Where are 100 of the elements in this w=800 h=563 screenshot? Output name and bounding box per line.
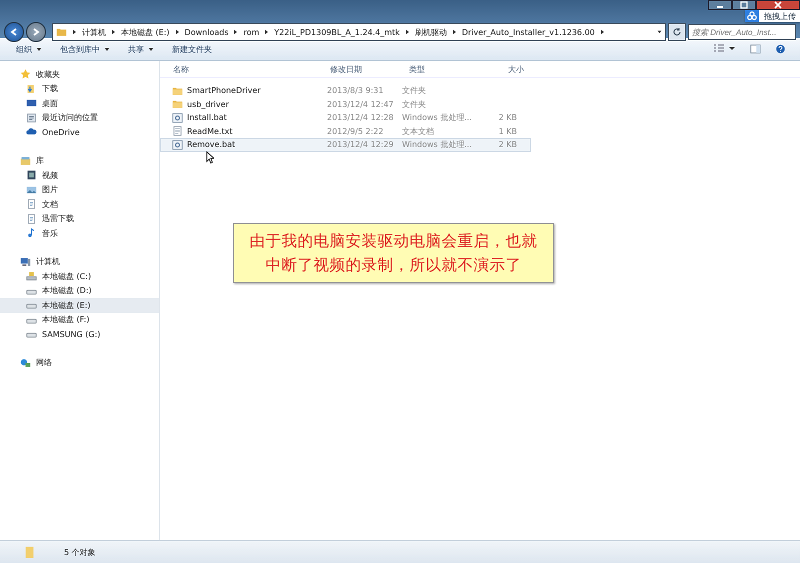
sidebar-item[interactable]: 桌面 xyxy=(0,96,159,110)
date-cell-text: 2013/12/4 12:29 xyxy=(327,140,395,150)
chevron-icon xyxy=(264,29,270,35)
column-header[interactable]: 类型 xyxy=(405,64,484,74)
maximize-icon xyxy=(739,1,749,9)
document-icon xyxy=(26,214,37,224)
sidebar-item[interactable]: OneDrive xyxy=(0,125,159,140)
date-cell-text: 2012/9/5 2:22 xyxy=(327,126,384,136)
film-icon xyxy=(26,170,37,180)
toolbar-button[interactable]: 包含到库中 xyxy=(54,42,116,56)
file-name: Install.bat xyxy=(187,113,227,122)
breadcrumb-item[interactable]: 计算机 xyxy=(82,26,106,38)
file-name: SmartPhoneDriver xyxy=(187,86,261,96)
date-cell-text: 2013/12/4 12:47 xyxy=(327,100,395,109)
status-text: 5 个对象 xyxy=(64,546,96,558)
sidebar-group[interactable]: 网络 xyxy=(0,356,159,370)
file-name: Remove.bat xyxy=(187,140,236,150)
breadcrumb-item[interactable]: Downloads xyxy=(184,28,228,36)
chevron-icon xyxy=(174,29,180,35)
text-file-icon xyxy=(172,126,183,136)
breadcrumb-item[interactable]: rom xyxy=(243,28,260,36)
file-row[interactable]: Install.bat 2013/12/4 12:28 Windows 批处理... 2 KB xyxy=(160,111,531,124)
document-icon xyxy=(26,199,37,210)
sidebar-item[interactable]: 本地磁盘 (D:) xyxy=(0,284,159,298)
maximize-button[interactable] xyxy=(732,0,756,10)
chevron-icon xyxy=(452,29,457,35)
folder-icon xyxy=(172,99,183,110)
sidebar-group[interactable]: 收藏夹 xyxy=(0,67,159,82)
type-cell-text: Windows 批处理... xyxy=(402,139,473,150)
minimize-button[interactable] xyxy=(708,0,732,10)
chevron-icon xyxy=(233,29,238,35)
toolbar-button[interactable]: 新建文件夹 xyxy=(166,42,218,56)
sidebar-item[interactable]: 本地磁盘 (C:) xyxy=(0,269,159,284)
dropdown-arrow-icon xyxy=(657,29,662,35)
forward-button[interactable] xyxy=(26,22,46,42)
music-note-icon xyxy=(26,228,37,238)
address-bar[interactable]: 计算机 本地磁盘 (E:) Downloads rom Y22iL_PD1309BL_A_1.24.4_mtk 刷机驱动 Driver_Auto_Installer_v1.1236.00 xyxy=(52,23,666,41)
file-name: usb_driver xyxy=(187,100,229,109)
toolbar-button[interactable]: 共享 xyxy=(122,42,160,56)
file-row[interactable]: ReadMe.txt 2012/9/5 2:22 文本文档 1 KB xyxy=(160,124,531,138)
refresh-icon xyxy=(672,26,682,36)
refresh-button[interactable] xyxy=(668,23,686,41)
picture-icon xyxy=(26,184,37,195)
chevron-icon xyxy=(72,29,77,35)
type-cell-text: 文件夹 xyxy=(402,85,427,96)
sidebar-item[interactable]: 最近访问的位置 xyxy=(0,110,159,125)
library-icon xyxy=(20,156,31,166)
size-cell-text: 1 KB xyxy=(498,126,518,136)
network-icon xyxy=(20,358,31,368)
file-row[interactable]: SmartPhoneDriver 2013/8/3 9:31 文件夹 xyxy=(160,84,531,98)
desktop-icon xyxy=(26,98,37,108)
search-field[interactable]: 搜索 Driver_Auto_Inst... xyxy=(688,24,796,40)
system-drive-icon xyxy=(26,271,37,282)
gear-file-icon xyxy=(172,112,183,123)
folder-icon xyxy=(172,86,183,96)
back-button[interactable] xyxy=(4,22,24,42)
sidebar-item[interactable]: SAMSUNG (G:) xyxy=(0,327,159,342)
column-header[interactable]: 名称 xyxy=(160,64,326,74)
sidebar-item[interactable]: 迅雷下载 xyxy=(0,212,159,226)
breadcrumb-item[interactable]: Driver_Auto_Installer_v1.1236.00 xyxy=(462,28,595,36)
type-cell-text: Windows 批处理... xyxy=(402,112,473,124)
upload-badge[interactable]: 拖拽上传 xyxy=(745,10,800,22)
computer-icon xyxy=(20,256,31,267)
size-cell-text: 2 KB xyxy=(498,113,518,122)
file-name: ReadMe.txt xyxy=(187,126,232,136)
type-cell-text: 文件夹 xyxy=(402,98,427,110)
help-icon xyxy=(775,44,786,54)
size-cell-text: 2 KB xyxy=(498,140,518,150)
date-cell-text: 2013/8/3 9:31 xyxy=(327,86,384,96)
chevron-icon xyxy=(600,29,605,35)
sidebar-item[interactable]: 本地磁盘 (E:) xyxy=(0,298,159,312)
chevron-icon xyxy=(404,29,410,35)
breadcrumb-item[interactable]: Y22iL_PD1309BL_A_1.24.4_mtk xyxy=(274,28,400,36)
gear-file-icon xyxy=(172,140,183,150)
sidebar-item[interactable]: 下载 xyxy=(0,82,159,96)
column-header[interactable]: 大小 xyxy=(484,64,529,74)
toolbar-button[interactable]: 组织 xyxy=(10,42,48,56)
breadcrumb-item[interactable]: 刷机驱动 xyxy=(414,26,447,38)
type-cell-text: 文本文档 xyxy=(402,126,435,137)
date-cell-text: 2013/12/4 12:28 xyxy=(327,113,395,122)
sidebar-item[interactable]: 视频 xyxy=(0,168,159,182)
column-header[interactable]: 修改日期 xyxy=(326,64,405,74)
chevron-icon xyxy=(111,29,116,35)
close-button[interactable] xyxy=(756,0,800,10)
sidebar-group[interactable]: 计算机 xyxy=(0,254,159,269)
sidebar-item[interactable]: 文档 xyxy=(0,197,159,212)
sidebar-item[interactable]: 本地磁盘 (F:) xyxy=(0,312,159,327)
download-folder-icon xyxy=(26,84,37,94)
cloud-icon xyxy=(26,127,37,138)
sidebar-item[interactable]: 音乐 xyxy=(0,226,159,240)
file-row[interactable]: usb_driver 2013/12/4 12:47 文件夹 xyxy=(160,98,531,111)
sidebar-item[interactable]: 图片 xyxy=(0,182,159,197)
upload-label: 拖拽上传 xyxy=(764,10,796,22)
breadcrumb-item[interactable]: 本地磁盘 (E:) xyxy=(121,26,170,38)
caption-note: 由于我的电脑安装驱动电脑会重启，也就中断了视频的录制，所以就不演示了 xyxy=(233,223,554,283)
sidebar-group[interactable]: 库 xyxy=(0,154,159,168)
mouse-cursor-icon xyxy=(206,150,214,164)
pane-icon xyxy=(750,44,761,54)
list-view-icon xyxy=(712,42,736,54)
close-icon xyxy=(773,1,783,9)
